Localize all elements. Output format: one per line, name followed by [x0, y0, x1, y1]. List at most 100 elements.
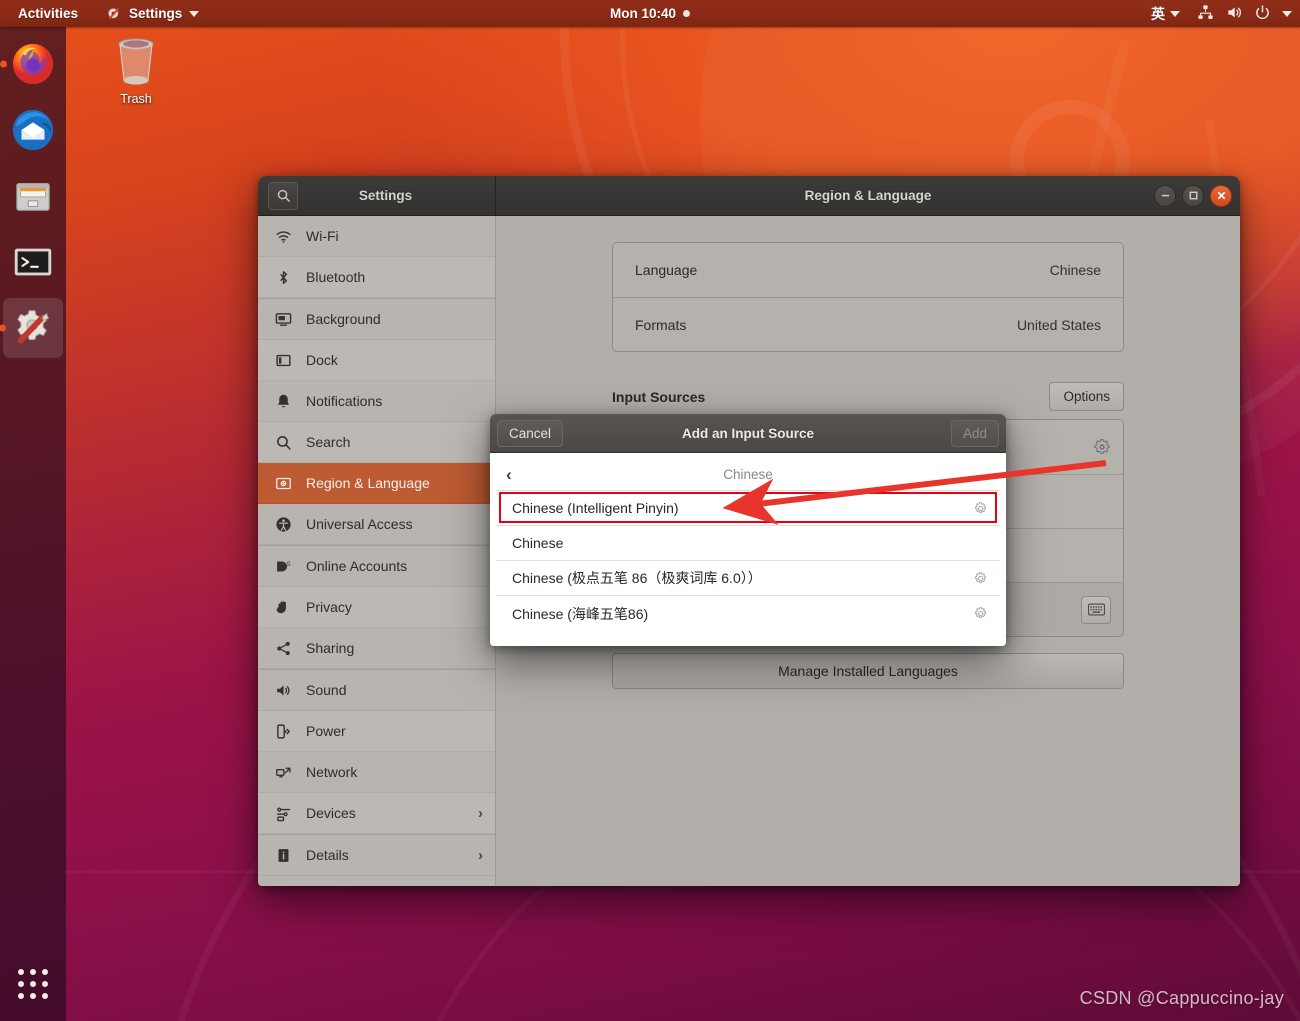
input-indicator-label: 英 — [1151, 5, 1165, 22]
chevron-left-icon[interactable]: ‹ — [506, 466, 512, 483]
dock-icon — [274, 351, 292, 369]
add-input-source-dialog: Cancel Add an Input Source Add ‹ Chinese… — [490, 414, 1006, 646]
sidebar-item-label: Notifications — [306, 393, 383, 409]
settings-sidebar: Wi-Fi Bluetooth Background Dock Notifica… — [258, 216, 496, 886]
desktop-icon-trash[interactable]: Trash — [96, 32, 176, 106]
list-item[interactable]: Chinese — [496, 526, 1000, 561]
gear-icon[interactable] — [973, 501, 988, 516]
bluetooth-icon — [274, 268, 292, 286]
battery-icon — [274, 722, 292, 740]
sidebar-title: Settings — [358, 188, 413, 203]
options-button[interactable]: Options — [1049, 382, 1124, 411]
dock-item-thunderbird[interactable] — [1, 97, 65, 163]
trash-icon — [118, 38, 154, 85]
dialog-header: Cancel Add an Input Source Add — [490, 414, 1006, 453]
sidebar-item-bluetooth[interactable]: Bluetooth — [258, 257, 495, 298]
share-icon — [274, 639, 292, 657]
sidebar-item-sharing[interactable]: Sharing — [258, 628, 495, 669]
devices-icon — [274, 804, 292, 822]
activities-button[interactable]: Activities — [12, 3, 84, 24]
sidebar-item-details[interactable]: Details › — [258, 835, 495, 876]
sidebar-item-label: Background — [306, 311, 381, 327]
files-icon — [16, 182, 50, 211]
list-item-label: Chinese (极点五笔 86（极爽词库 6.0）） — [512, 570, 762, 586]
sidebar-item-power[interactable]: Power — [258, 711, 495, 752]
minimize-button[interactable] — [1154, 184, 1176, 207]
sidebar-item-privacy[interactable]: Privacy — [258, 587, 495, 628]
wifi-icon — [274, 227, 292, 245]
app-menu-settings[interactable]: Settings — [100, 3, 205, 25]
list-item[interactable]: Chinese (极点五笔 86（极爽词库 6.0）） — [496, 561, 1000, 596]
search-icon — [277, 189, 290, 202]
list-item-label: Chinese (海峰五笔86) — [512, 605, 649, 622]
speaker-icon — [274, 681, 292, 699]
list-item-label: Chinese — [512, 535, 564, 551]
sidebar-item-label: Network — [306, 764, 358, 780]
chevron-right-icon: › — [478, 846, 483, 864]
show-applications-button[interactable] — [0, 953, 66, 1015]
language-formats-card: Language Chinese Formats United States — [612, 242, 1124, 352]
sidebar-item-sound[interactable]: Sound — [258, 670, 495, 711]
region-language-icon — [274, 474, 292, 492]
sidebar-item-search[interactable]: Search — [258, 422, 495, 463]
svg-text:S: S — [286, 560, 290, 567]
language-row[interactable]: Language Chinese — [613, 243, 1123, 297]
sidebar-item-label: Universal Access — [306, 516, 413, 532]
keyboard-icon[interactable] — [1081, 595, 1111, 624]
gear-icon[interactable] — [1093, 438, 1111, 456]
sidebar-item-dock[interactable]: Dock — [258, 340, 495, 381]
maximize-button[interactable] — [1182, 184, 1204, 207]
sidebar-item-universal-access[interactable]: Universal Access — [258, 504, 495, 545]
gear-icon[interactable] — [973, 571, 988, 586]
sidebar-item-label: Sharing — [306, 640, 355, 656]
dock-item-terminal[interactable] — [1, 229, 65, 295]
input-method-indicator[interactable]: 英 — [1145, 1, 1186, 27]
cancel-button[interactable]: Cancel — [497, 419, 564, 447]
sidebar-item-label: Search — [306, 434, 351, 450]
top-bar: Activities Settings Mon 10:40 英 — [0, 0, 1300, 27]
app-menu-label: Settings — [129, 6, 183, 21]
sidebar-item-wifi[interactable]: Wi-Fi — [258, 216, 495, 257]
sidebar-item-online-accounts[interactable]: S Online Accounts — [258, 546, 495, 587]
bell-icon — [274, 392, 292, 410]
recording-dot-icon — [683, 10, 691, 17]
sidebar-item-label: Details — [306, 847, 349, 863]
close-button[interactable] — [1210, 184, 1232, 207]
sidebar-item-notifications[interactable]: Notifications — [258, 381, 495, 422]
activities-label: Activities — [18, 6, 79, 21]
volume-icon[interactable] — [1225, 4, 1243, 24]
sidebar-item-network[interactable]: Network — [258, 752, 495, 793]
clock-menu[interactable]: Mon 10:40 — [610, 6, 691, 21]
search-button[interactable] — [268, 181, 298, 210]
running-indicator — [0, 324, 6, 332]
chevron-down-icon — [1170, 10, 1180, 17]
dock-item-firefox[interactable] — [0, 31, 65, 97]
formats-value: United States — [1016, 316, 1101, 333]
network-icon — [274, 763, 292, 781]
list-item[interactable]: Chinese (海峰五笔86) — [496, 596, 1000, 631]
sidebar-item-label: Online Accounts — [306, 558, 408, 574]
chevron-down-icon[interactable] — [1282, 10, 1292, 17]
language-label: Language — [635, 262, 698, 278]
dialog-title: Add an Input Source — [681, 425, 814, 441]
window-titlebar: Settings Region & Language — [258, 176, 1240, 216]
formats-row[interactable]: Formats United States — [613, 297, 1123, 351]
gear-icon[interactable] — [973, 606, 988, 621]
language-value: Chinese — [1049, 262, 1101, 278]
dock-item-files[interactable] — [1, 163, 65, 229]
manage-installed-languages-button[interactable]: Manage Installed Languages — [612, 653, 1124, 689]
terminal-icon — [14, 248, 52, 276]
sidebar-item-background[interactable]: Background — [258, 299, 495, 340]
list-item[interactable]: Chinese (Intelligent Pinyin) — [496, 491, 1000, 526]
sidebar-item-devices[interactable]: Devices › — [258, 793, 495, 834]
dock-item-settings[interactable] — [0, 298, 63, 358]
power-icon[interactable] — [1254, 4, 1271, 24]
online-accounts-icon: S — [274, 557, 292, 575]
search-icon — [274, 433, 292, 451]
network-wired-icon[interactable] — [1197, 4, 1214, 24]
dock — [0, 27, 66, 1021]
trash-label: Trash — [120, 92, 152, 106]
add-button[interactable]: Add — [950, 419, 999, 447]
sidebar-item-region-language[interactable]: Region & Language — [258, 463, 495, 504]
settings-icon — [17, 310, 49, 344]
